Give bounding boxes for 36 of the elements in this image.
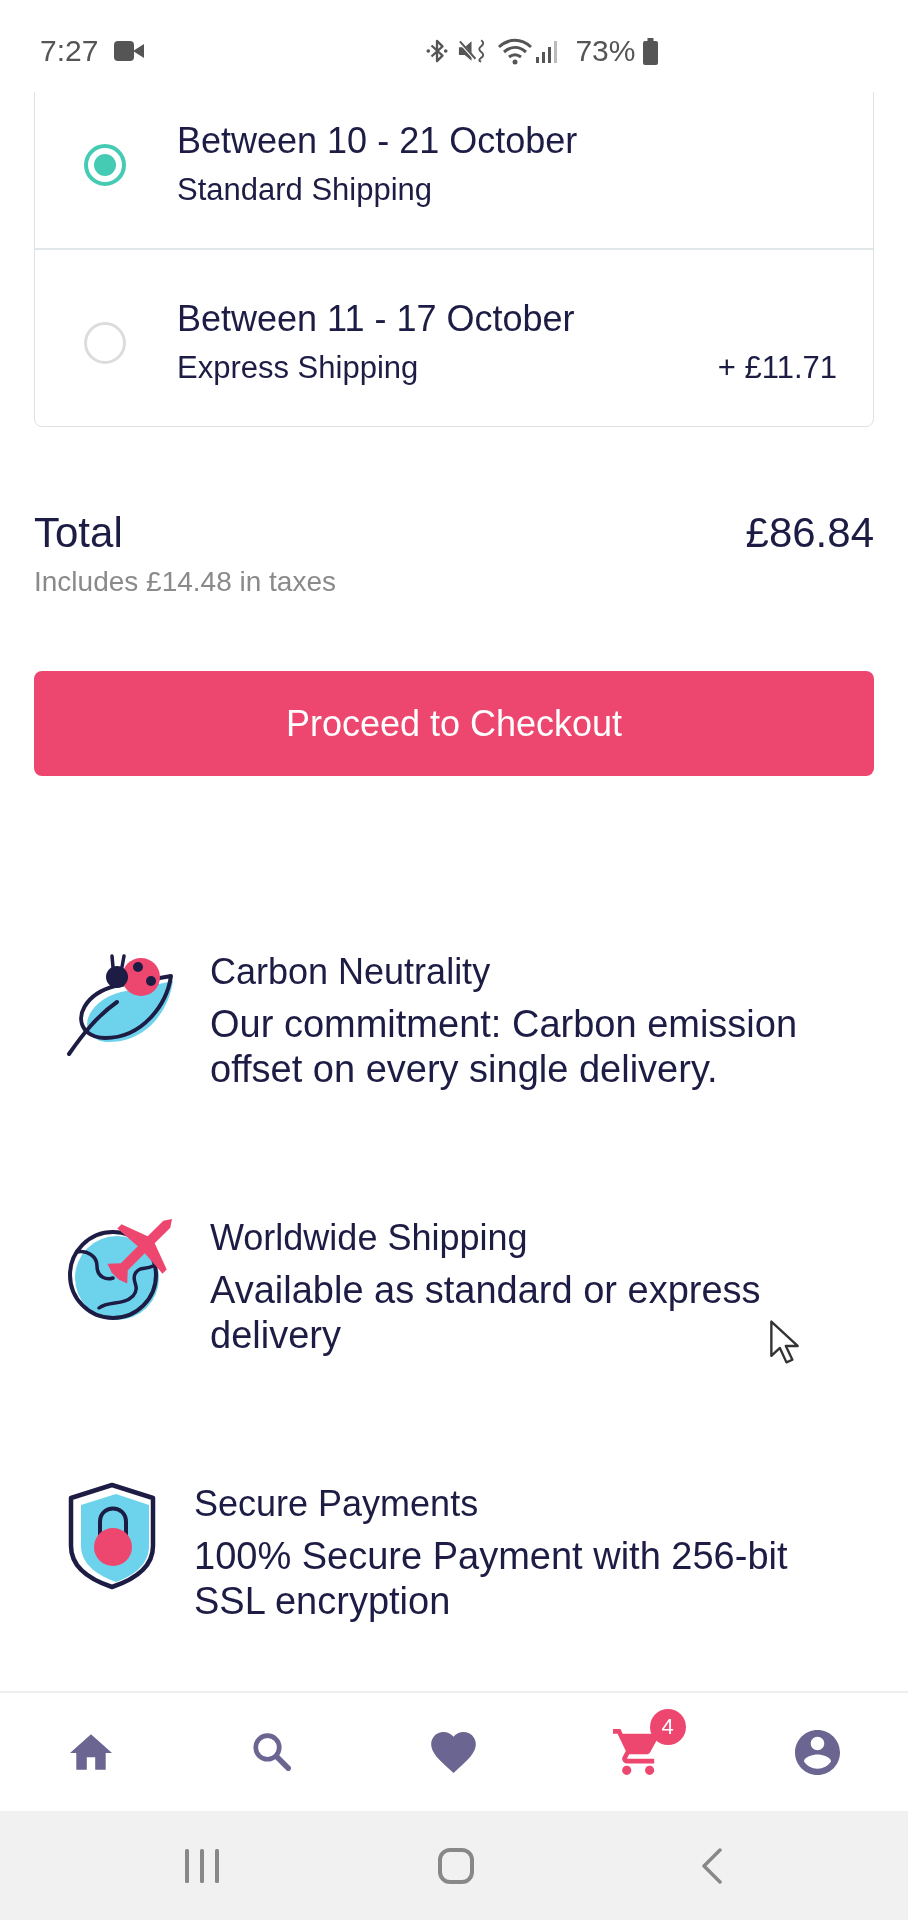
home-icon	[69, 1734, 112, 1770]
feature-title: Worldwide Shipping	[210, 1216, 528, 1260]
back-icon[interactable]	[700, 1847, 723, 1884]
radio-button[interactable]	[84, 321, 126, 364]
bluetooth-icon	[426, 38, 449, 64]
globe-airplane-icon	[65, 1216, 175, 1322]
shipping-price: + £11.71	[717, 349, 837, 387]
shipping-method: Standard Shipping	[177, 171, 433, 209]
video-camera-icon	[114, 41, 145, 61]
user-avatar-icon	[794, 1729, 840, 1775]
cart-icon	[612, 1729, 659, 1775]
status-time: 7:27	[40, 36, 99, 66]
battery-icon	[643, 37, 659, 65]
feature-title: Carbon Neutrality	[210, 950, 491, 994]
feature-description: Our commitment: Carbon emission offset on every single delivery.	[210, 1003, 798, 1090]
heart-icon	[431, 1731, 477, 1773]
radio-button[interactable]	[84, 143, 126, 186]
recent-apps-icon[interactable]	[185, 1848, 219, 1883]
delivery-dates: Between 11 - 17 October	[177, 297, 575, 341]
tax-note: Includes £14.48 in taxes	[34, 565, 336, 599]
feature-title: Secure Payments	[194, 1482, 479, 1526]
total-label: Total	[34, 508, 123, 558]
cart-count-badge: 4	[649, 1709, 686, 1745]
delivery-dates: Between 10 - 21 October	[177, 119, 578, 163]
leaf-ladybug-icon	[65, 954, 175, 1059]
feature-description: Available as standard or express delivery	[210, 1269, 761, 1356]
shipping-method: Express Shipping	[177, 349, 419, 387]
home-key-icon[interactable]	[438, 1847, 474, 1884]
mouse-pointer-icon	[768, 1319, 801, 1365]
feature-description: 100% Secure Payment with 256-bit SSL encryption	[194, 1535, 788, 1622]
signal-icon	[536, 39, 558, 63]
battery-percentage: 73%	[575, 36, 636, 66]
checkout-button[interactable]: Proceed to Checkout	[34, 671, 874, 776]
search-icon	[253, 1733, 292, 1771]
total-amount: £86.84	[745, 508, 874, 558]
wifi-icon	[497, 37, 534, 65]
